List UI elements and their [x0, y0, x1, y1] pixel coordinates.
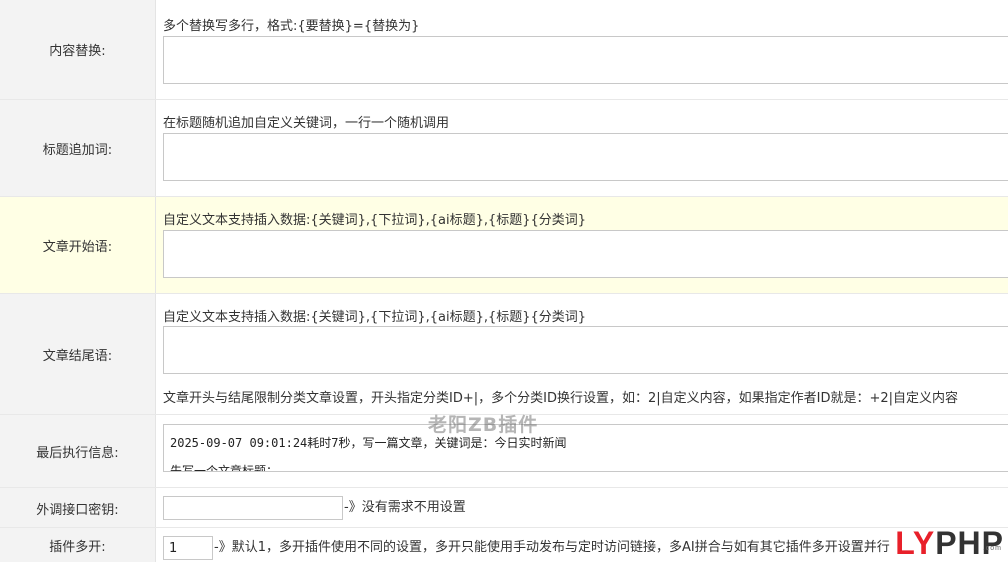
field-value-cell: -》没有需求不用设置 — [156, 488, 1008, 528]
site-logo: LYPHP .com — [895, 527, 1004, 559]
row-last-exec: 最后执行信息: 2025-09-07 09:01:24耗时7秒，写一篇文章，关键… — [0, 414, 1008, 488]
last-exec-log[interactable]: 2025-09-07 09:01:24耗时7秒，写一篇文章，关键词是：今日实时新… — [163, 424, 1008, 472]
field-value-cell: 多个替换写多行，格式:{要替换}={替换为} — [156, 0, 1008, 99]
field-value-cell: 自定义文本支持插入数据:{关键词},{下拉词},{ai标题},{标题}{分类词}… — [156, 294, 1008, 415]
row-plugin-multi: 插件多开: -》默认1，多开插件使用不同的设置，多开只能使用手动发布与定时访问链… — [0, 527, 1008, 562]
content-replace-textarea[interactable] — [163, 36, 1008, 84]
field-label: 外调接口密钥: — [0, 488, 156, 528]
log-line: 2025-09-07 09:01:24耗时7秒，写一篇文章，关键词是：今日实时新… — [170, 436, 567, 450]
title-append-textarea[interactable] — [163, 133, 1008, 181]
field-value-cell: 在标题随机追加自定义关键词，一行一个随机调用 — [156, 100, 1008, 197]
log-line: 先写一个文章标题： — [170, 464, 279, 472]
field-hint: 自定义文本支持插入数据:{关键词},{下拉词},{ai标题},{标题}{分类词} — [163, 310, 587, 325]
field-label: 文章结尾语: — [0, 294, 156, 415]
api-key-input[interactable] — [163, 496, 343, 520]
plugin-multi-note: -》默认1，多开插件使用不同的设置，多开只能使用手动发布与定时访问链接，多AI拼… — [214, 540, 890, 555]
field-value-cell: -》默认1，多开插件使用不同的设置，多开只能使用手动发布与定时访问链接，多AI拼… — [156, 528, 1008, 562]
article-end-textarea[interactable] — [163, 326, 1008, 374]
row-api-key: 外调接口密钥: -》没有需求不用设置 — [0, 487, 1008, 528]
field-hint: 在标题随机追加自定义关键词，一行一个随机调用 — [163, 116, 450, 131]
logo-suffix: .com — [982, 545, 1002, 552]
plugin-multi-input[interactable] — [163, 536, 213, 560]
row-title-append: 标题追加词: 在标题随机追加自定义关键词，一行一个随机调用 — [0, 99, 1008, 197]
article-start-textarea[interactable] — [163, 230, 1008, 278]
field-label: 内容替换: — [0, 0, 156, 99]
field-hint: 自定义文本支持插入数据:{关键词},{下拉词},{ai标题},{标题}{分类词} — [163, 213, 587, 228]
logo-red-text: LY — [895, 525, 936, 561]
field-label: 标题追加词: — [0, 100, 156, 197]
row-article-start: 文章开始语: 自定义文本支持插入数据:{关键词},{下拉词},{ai标题},{标… — [0, 196, 1008, 294]
field-hint: 多个替换写多行，格式:{要替换}={替换为} — [163, 19, 420, 34]
row-content-replace: 内容替换: 多个替换写多行，格式:{要替换}={替换为} — [0, 0, 1008, 99]
field-value-cell: 自定义文本支持插入数据:{关键词},{下拉词},{ai标题},{标题}{分类词} — [156, 197, 1008, 294]
api-key-note: -》没有需求不用设置 — [344, 500, 466, 515]
category-limit-note: 文章开头与结尾限制分类文章设置，开头指定分类ID+|，多个分类ID换行设置，如：… — [163, 391, 959, 406]
row-article-end: 文章结尾语: 自定义文本支持插入数据:{关键词},{下拉词},{ai标题},{标… — [0, 293, 1008, 415]
field-label: 插件多开: — [0, 528, 156, 562]
field-label: 文章开始语: — [0, 197, 156, 294]
field-value-cell: 2025-09-07 09:01:24耗时7秒，写一篇文章，关键词是：今日实时新… — [156, 415, 1008, 488]
field-label: 最后执行信息: — [0, 415, 156, 488]
